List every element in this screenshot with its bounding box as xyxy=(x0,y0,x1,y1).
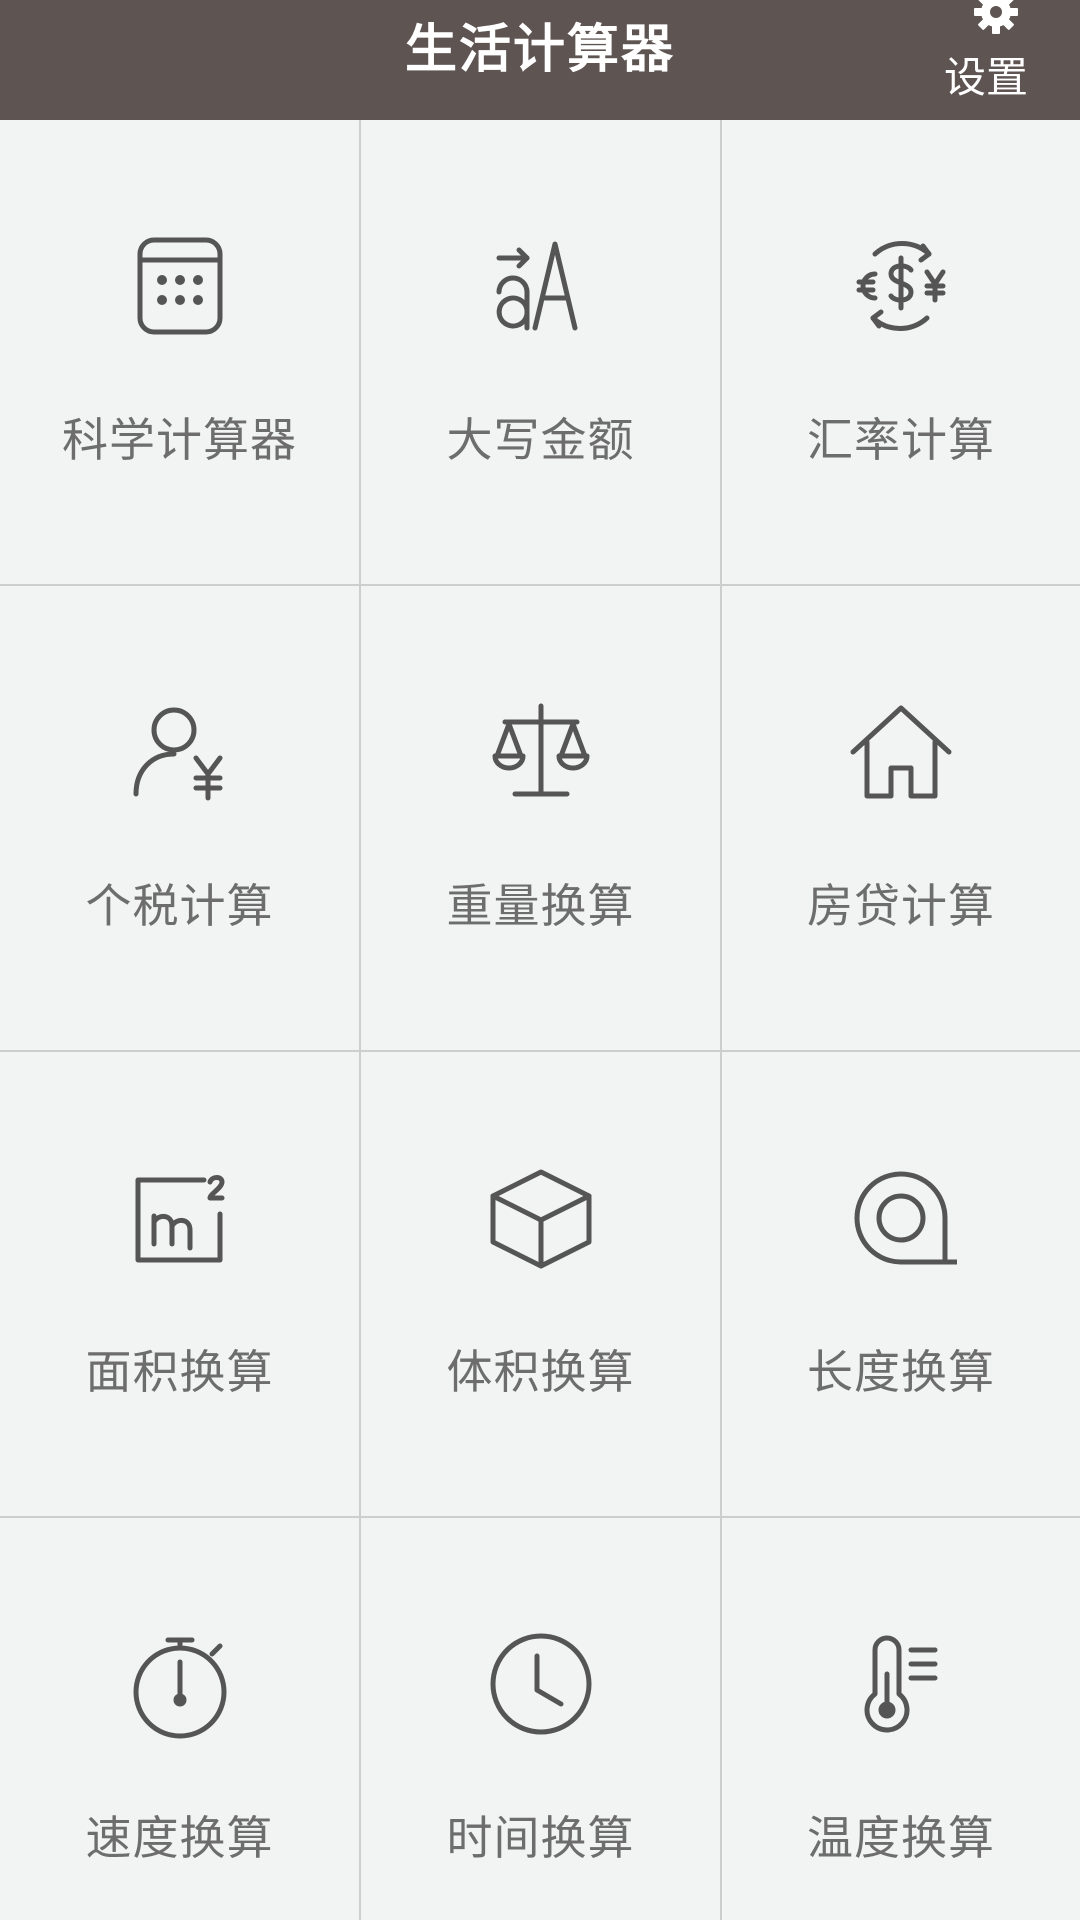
app-header: 生活计算器 设置 xyxy=(0,0,1080,120)
text-case-icon xyxy=(485,230,597,342)
currency-exchange-icon xyxy=(845,230,957,342)
tile-area-conversion[interactable]: 面积换算 xyxy=(0,1052,359,1516)
tile-length-conversion[interactable]: 长度换算 xyxy=(722,1052,1080,1516)
tile-label: 重量换算 xyxy=(446,879,635,933)
tile-scientific-calculator[interactable]: 科学计算器 xyxy=(0,120,359,584)
clock-icon xyxy=(485,1628,597,1740)
tile-uppercase-amount[interactable]: 大写金额 xyxy=(361,120,720,584)
person-tax-icon xyxy=(124,696,236,808)
tile-label: 长度换算 xyxy=(807,1345,995,1399)
tile-label: 科学计算器 xyxy=(62,413,297,467)
tile-speed-conversion[interactable]: 速度换算 xyxy=(0,1518,359,1920)
scale-icon xyxy=(485,696,597,808)
tile-label: 速度换算 xyxy=(85,1811,274,1865)
tile-label: 房贷计算 xyxy=(807,879,995,933)
tile-label: 大写金额 xyxy=(446,413,635,467)
app-screen: 生活计算器 设置 科学计算器 大写金额 汇率计算 个税计算 重量换算 房贷计算 … xyxy=(0,0,1080,1920)
tile-label: 时间换算 xyxy=(446,1811,635,1865)
page-title: 生活计算器 xyxy=(404,20,675,80)
settings-label: 设置 xyxy=(943,53,1028,102)
tile-mortgage[interactable]: 房贷计算 xyxy=(722,586,1080,1050)
tile-time-conversion[interactable]: 时间换算 xyxy=(361,1518,720,1920)
tile-label: 温度换算 xyxy=(807,1811,995,1865)
tile-weight-conversion[interactable]: 重量换算 xyxy=(361,586,720,1050)
tile-label: 面积换算 xyxy=(85,1345,274,1399)
tile-volume-conversion[interactable]: 体积换算 xyxy=(361,1052,720,1516)
tile-temperature-conversion[interactable]: 温度换算 xyxy=(722,1518,1080,1920)
tile-label: 体积换算 xyxy=(446,1345,635,1399)
tile-label: 汇率计算 xyxy=(807,413,995,467)
settings-button[interactable]: 设置 xyxy=(936,0,1036,120)
tape-measure-icon xyxy=(845,1162,957,1274)
tool-grid: 科学计算器 大写金额 汇率计算 个税计算 重量换算 房贷计算 面积换算 体积换算… xyxy=(0,120,1080,1920)
gear-icon xyxy=(974,0,1018,34)
tile-label: 个税计算 xyxy=(85,879,274,933)
tile-exchange-rate[interactable]: 汇率计算 xyxy=(722,120,1080,584)
stopwatch-icon xyxy=(124,1628,236,1740)
tile-income-tax[interactable]: 个税计算 xyxy=(0,586,359,1050)
square-meter-icon xyxy=(124,1162,236,1274)
house-icon xyxy=(845,696,957,808)
cube-icon xyxy=(485,1162,597,1274)
calculator-icon xyxy=(124,230,236,342)
thermometer-icon xyxy=(845,1628,957,1740)
